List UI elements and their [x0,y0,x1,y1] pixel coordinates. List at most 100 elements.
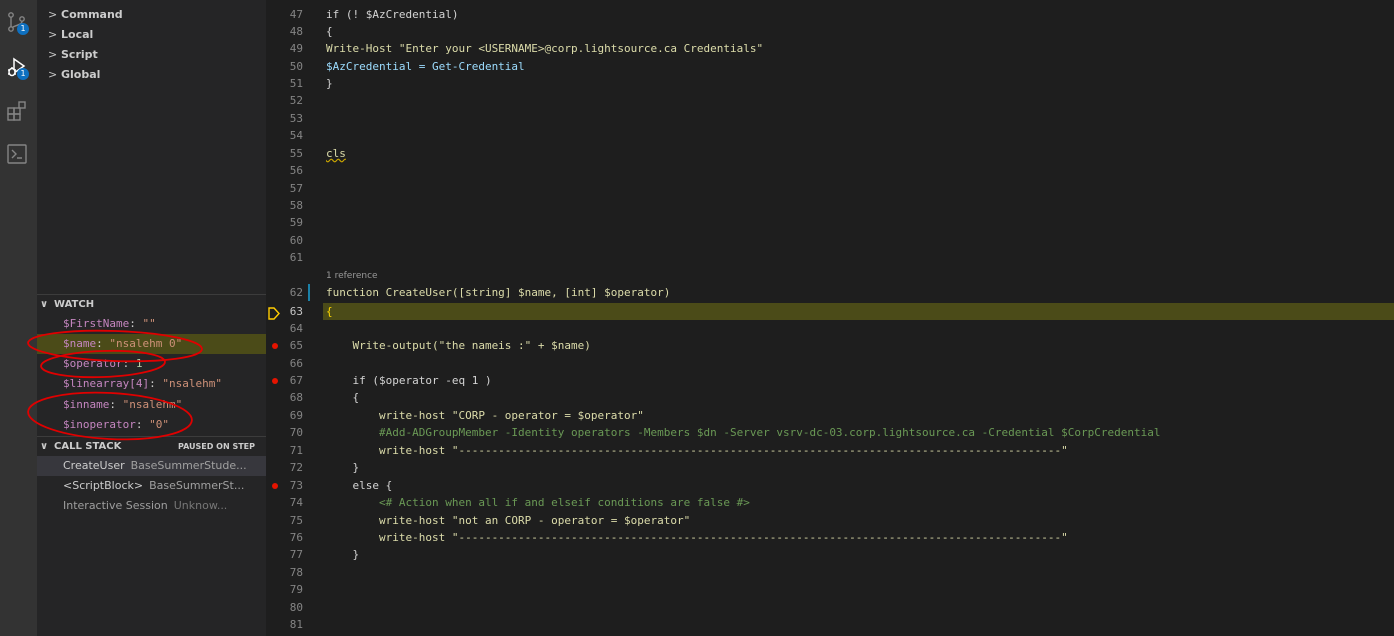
call-stack-frame[interactable]: <ScriptBlock> BaseSummerSt... [37,476,266,496]
debug-current-line-icon [268,305,280,324]
code-line: } [326,548,360,561]
watch-value: "" [142,317,156,330]
line-number: 47 [289,8,303,21]
watch-title: WATCH [54,299,95,310]
variables-scope-global[interactable]: > Global [48,65,100,85]
line-number: 76 [289,531,303,544]
line-number: 79 [289,583,303,596]
watch-section-header[interactable]: ∨ WATCH [37,294,266,315]
watch-item[interactable]: $operator: 1 [63,354,142,374]
line-number: 61 [289,251,303,264]
line-number: 69 [289,409,303,422]
watch-value: "0" [149,418,169,431]
code-line: <# Action when all if and elseif conditi… [326,496,750,509]
watch-separator: : [129,317,143,330]
line-number: 72 [289,461,303,474]
call-stack-frame[interactable]: Interactive Session Unknow... [37,496,266,516]
watch-item[interactable]: $inname: "nsalehm" [63,395,182,415]
watch-item[interactable]: $name: "nsalehm 0" [63,334,182,354]
watch-name: $name [63,337,97,350]
chevron-down-icon: ∨ [40,441,49,452]
call-stack-title: CALL STACK [54,441,122,452]
activity-bar: 1 1 [0,0,37,636]
scope-label: Command [61,8,123,21]
line-number: 50 [289,60,303,73]
code-line: else { [326,479,393,492]
watch-name: $linearray[4] [63,377,150,390]
cls-warning-text: cls [326,147,346,160]
frame-function: CreateUser [63,459,125,472]
code-line: write-host "----------------------------… [326,531,1068,544]
code-lens-references[interactable]: 1 reference [326,269,378,284]
variables-scope-script[interactable]: > Script [48,45,98,65]
chevron-down-icon: ∨ [40,299,49,310]
watch-separator: : [109,398,123,411]
frame-function: <ScriptBlock> [63,479,144,492]
line-number: 77 [289,548,303,561]
code-editor[interactable]: 47 48 49 50 51 52 53 54 55 56 57 58 59 6… [266,0,1394,636]
code-line: write-host "----------------------------… [326,444,1068,457]
scope-label: Global [61,68,101,81]
code-line: write-host "not an CORP - operator = $op… [326,514,691,527]
watch-name: $operator [63,357,123,370]
extensions-icon[interactable] [5,99,29,123]
watch-value: "nsalehm" [122,398,183,411]
line-number: 52 [289,94,303,107]
code-line: Write-Host "Enter your <USERNAME>@corp.l… [326,42,764,55]
watch-item[interactable]: $FirstName: "" [63,314,156,334]
chevron-right-icon: > [48,48,58,61]
call-stack-section-header[interactable]: ∨ CALL STACK PAUSED ON STEP [37,436,266,457]
code-line: cls [326,145,346,162]
paused-status: PAUSED ON STEP [177,442,255,451]
terminal-icon[interactable] [5,142,29,166]
watch-name: $FirstName [63,317,130,330]
line-number: 53 [289,112,303,125]
code-line: { [326,25,333,38]
code-line: Write-output("the nameis :" + $name) [326,339,591,352]
chevron-right-icon: > [48,8,58,21]
code-line: function CreateUser([string] $name, [int… [326,286,671,299]
watch-item[interactable]: $linearray[4]: "nsalehm" [63,374,222,394]
watch-item[interactable]: $inoperator: "0" [63,415,169,435]
watch-separator: : [135,418,150,431]
scope-label: Script [61,48,98,61]
line-number: 51 [289,77,303,90]
scope-label: Local [61,28,94,41]
watch-value: "nsalehm 0" [109,337,183,350]
code-line: if ($operator -eq 1 ) [326,374,492,387]
line-number: 49 [289,42,303,55]
frame-file: Unknow... [173,499,228,512]
line-number: 59 [289,216,303,229]
code-line: $AzCredential = Get-Credential [326,60,525,73]
watch-name: $inoperator [63,418,136,431]
breakpoint-icon[interactable] [272,483,278,489]
frame-function: Interactive Session [63,499,168,512]
code-line: if (! $AzCredential) [326,8,459,21]
line-number: 80 [289,601,303,614]
breakpoint-icon[interactable] [272,378,278,384]
call-stack-frame[interactable]: CreateUser BaseSummerStude... [37,456,266,476]
watch-value: "nsalehm" [162,377,222,390]
breakpoint-icon[interactable] [272,343,278,349]
watch-value: 1 [135,357,143,370]
variables-scope-command[interactable]: > Command [48,5,123,25]
code-line: { [326,305,333,318]
watch-name: $inname [63,398,110,411]
debug-badge: 1 [17,68,29,80]
line-number: 58 [289,199,303,212]
line-number: 54 [289,129,303,142]
line-number: 68 [289,391,303,404]
line-number: 62 [289,286,303,299]
watch-separator: : [149,377,163,390]
code-line: write-host "CORP - operator = $operator" [326,409,644,422]
frame-file: BaseSummerSt... [149,479,245,492]
line-number: 60 [289,234,303,247]
line-number: 81 [289,618,303,631]
current-line-highlight [323,303,1394,320]
line-number: 71 [289,444,303,457]
variables-scope-local[interactable]: > Local [48,25,93,45]
code-line: { [326,391,360,404]
line-number: 57 [289,182,303,195]
watch-separator: : [122,357,136,370]
line-number: 75 [289,514,303,527]
